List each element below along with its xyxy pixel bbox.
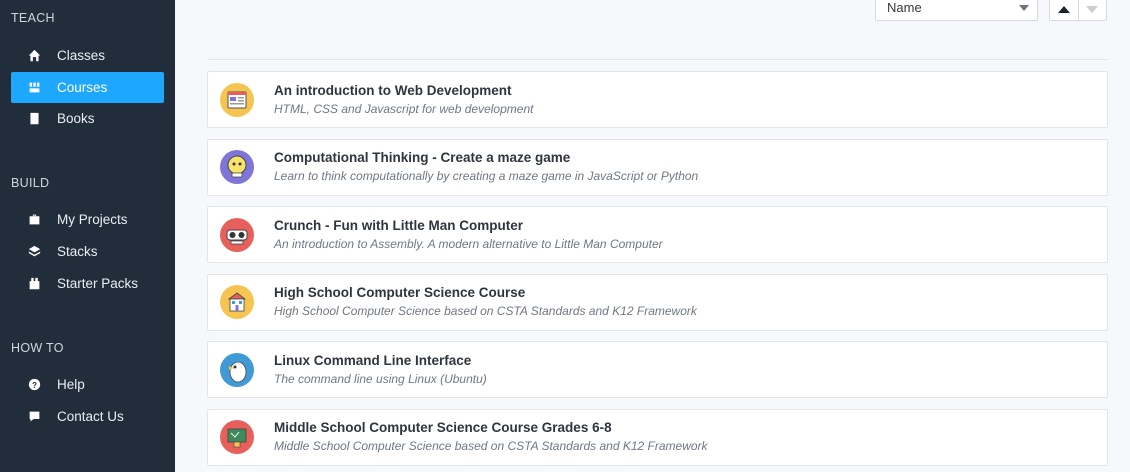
course-list: An introduction to Web Development HTML,…	[207, 71, 1108, 472]
sidebar-item-label: Help	[57, 377, 85, 392]
sidebar-item-classes[interactable]: Classes	[11, 40, 164, 71]
sidebar-item-label: Stacks	[57, 244, 98, 259]
goggles-robot-icon	[220, 217, 254, 252]
sidebar-item-courses[interactable]: Courses	[11, 72, 164, 103]
sort-by-select[interactable]: Name	[875, 0, 1038, 21]
course-description: Middle School Computer Science based on …	[274, 439, 708, 454]
book-icon	[11, 112, 57, 125]
course-card[interactable]: An introduction to Web Development HTML,…	[207, 71, 1108, 128]
courses-icon	[11, 81, 57, 94]
course-card[interactable]: Middle School Computer Science Course Gr…	[207, 408, 1108, 466]
course-card[interactable]: Computational Thinking - Create a maze g…	[207, 138, 1108, 196]
section-title-teach: TEACH	[11, 11, 55, 25]
sidebar: TEACH Classes Courses Books BUILD My Pro…	[0, 0, 175, 472]
section-title-build: BUILD	[11, 176, 50, 190]
course-title: Linux Command Line Interface	[274, 352, 472, 368]
divider	[208, 59, 1108, 60]
course-card[interactable]: High School Computer Science Course High…	[207, 273, 1108, 331]
robot-face-icon	[220, 150, 254, 185]
course-title: Middle School Computer Science Course Gr…	[274, 420, 612, 436]
sidebar-item-label: Books	[57, 111, 95, 126]
school-building-icon	[220, 285, 254, 320]
course-title: Crunch - Fun with Little Man Computer	[274, 217, 523, 233]
sort-ascending-icon	[1057, 6, 1070, 13]
sidebar-item-contact-us[interactable]: Contact Us	[11, 401, 164, 432]
sidebar-item-label: My Projects	[57, 212, 128, 227]
course-description: High School Computer Science based on CS…	[274, 304, 697, 319]
course-description: HTML, CSS and Javascript for web develop…	[274, 101, 534, 116]
layers-icon	[11, 245, 57, 258]
chalkboard-icon	[220, 420, 254, 455]
sidebar-item-label: Contact Us	[57, 409, 124, 424]
sort-descending-button[interactable]	[1077, 0, 1106, 20]
sidebar-item-label: Courses	[57, 80, 108, 95]
section-title-how-to: HOW TO	[11, 341, 64, 355]
home-icon	[11, 49, 57, 62]
sidebar-item-label: Starter Packs	[57, 276, 139, 291]
sidebar-item-stacks[interactable]: Stacks	[11, 236, 164, 267]
course-description: Learn to think computationally by creati…	[274, 169, 699, 184]
sort-order-group	[1049, 0, 1107, 21]
course-card[interactable]: Linux Command Line Interface The command…	[207, 341, 1108, 399]
help-icon: ?	[11, 378, 57, 391]
course-title: An introduction to Web Development	[274, 82, 512, 98]
course-title: Computational Thinking - Create a maze g…	[274, 150, 571, 166]
sidebar-item-my-projects[interactable]: My Projects	[11, 204, 164, 235]
sidebar-item-books[interactable]: Books	[11, 103, 164, 134]
main-content: Name An introduction to Web Development …	[175, 0, 1130, 472]
course-title: High School Computer Science Course	[274, 285, 526, 301]
sort-by-value: Name	[887, 0, 922, 15]
sort-ascending-button[interactable]	[1050, 0, 1078, 20]
sidebar-item-starter-packs[interactable]: Starter Packs	[11, 268, 164, 299]
chat-bubble-icon	[11, 410, 57, 423]
chevron-down-icon	[1019, 5, 1029, 11]
briefcase-icon	[11, 213, 57, 226]
sort-descending-icon	[1086, 6, 1099, 13]
course-description: The command line using Linux (Ubuntu)	[274, 371, 487, 386]
course-card[interactable]: Crunch - Fun with Little Man Computer An…	[207, 206, 1108, 264]
web-browser-icon	[220, 82, 254, 117]
svg-text:?: ?	[32, 381, 37, 390]
sidebar-item-label: Classes	[57, 48, 106, 63]
penguin-icon	[220, 352, 254, 387]
course-description: An introduction to Assembly. A modern al…	[274, 236, 663, 251]
sidebar-item-help[interactable]: ? Help	[11, 369, 164, 400]
package-icon	[11, 277, 57, 290]
